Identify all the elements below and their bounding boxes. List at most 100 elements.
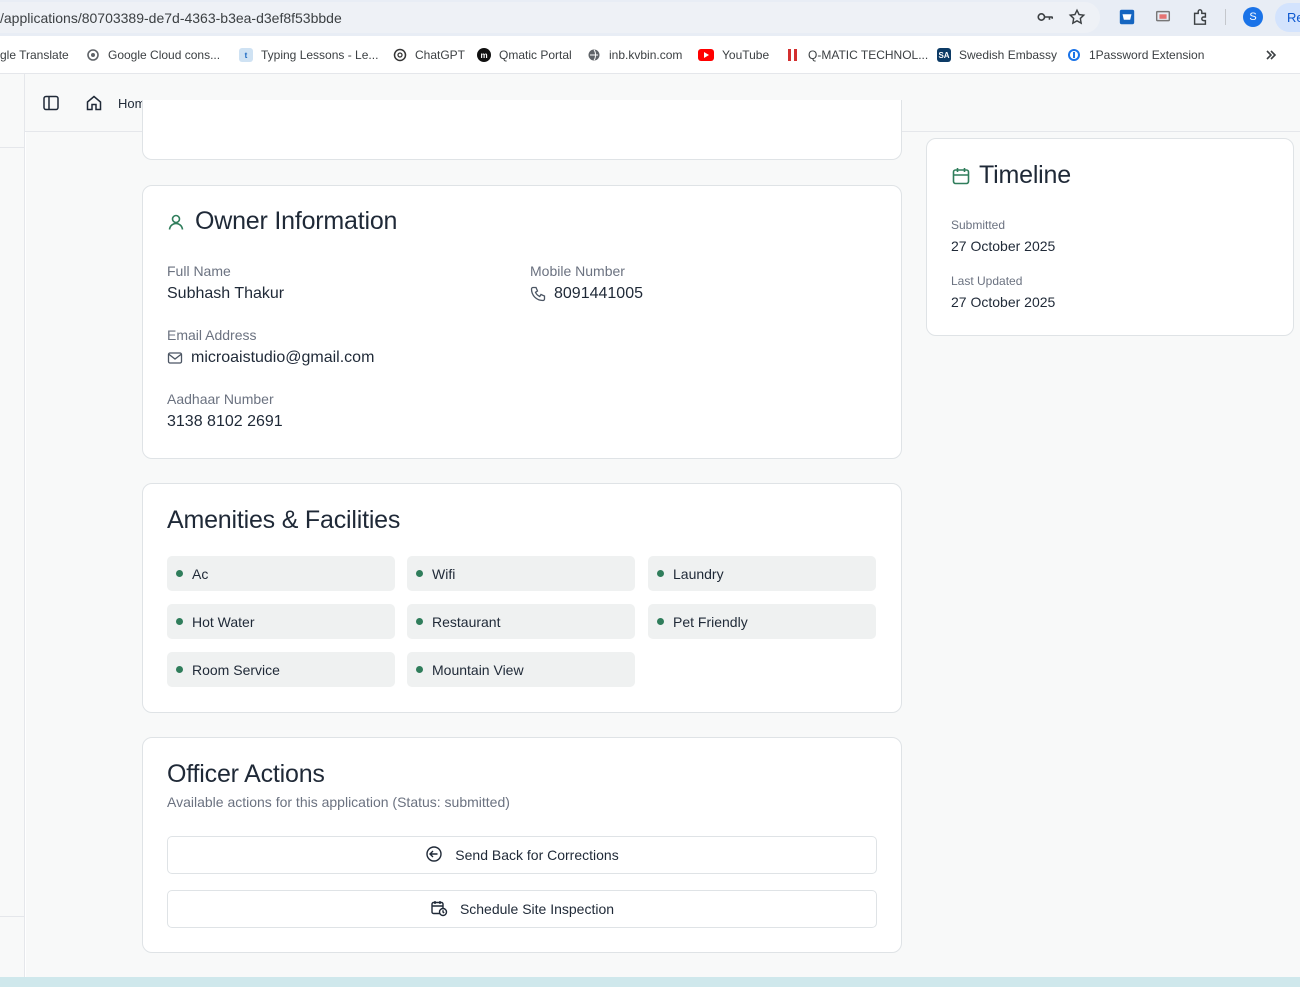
password-key-icon[interactable] — [1035, 7, 1055, 27]
bullet-dot — [176, 618, 183, 625]
bookmark-google-cloud[interactable]: Google Cloud cons... — [86, 46, 220, 64]
bookmark-swedish-embassy[interactable]: SA Swedish Embassy — [937, 46, 1057, 64]
bookmarks-bar: gle Translate Google Cloud cons... t Typ… — [0, 36, 1300, 74]
bookmark-label: Qmatic Portal — [499, 48, 572, 62]
amenity-label: Mountain View — [432, 661, 524, 678]
bullet-dot — [176, 570, 183, 577]
timeline-card: Timeline Submitted 27 October 2025 Last … — [926, 138, 1294, 336]
taskbar — [0, 977, 1300, 987]
phone-icon — [530, 286, 546, 307]
send-back-button[interactable]: Send Back for Corrections — [167, 836, 877, 874]
sidebar-divider — [0, 147, 25, 148]
more-bookmarks-chevron-icon[interactable] — [1264, 46, 1278, 64]
amenity-label: Hot Water — [192, 613, 255, 630]
officer-actions-title: Officer Actions — [167, 760, 325, 788]
mobile-number-value: 8091441005 — [554, 285, 643, 302]
qmatic-tech-icon — [786, 48, 800, 62]
bookmark-label: Swedish Embassy — [959, 48, 1058, 62]
bookmark-label: YouTube — [722, 48, 770, 62]
bullet-dot — [657, 570, 664, 577]
home-icon[interactable] — [85, 94, 103, 112]
amenity-label: Ac — [192, 565, 209, 582]
bullet-dot — [416, 570, 423, 577]
amenity-item: Restaurant — [407, 604, 635, 639]
officer-actions-subtitle: Available actions for this application (… — [167, 794, 510, 810]
amenity-item: Pet Friendly — [648, 604, 876, 639]
schedule-inspection-button[interactable]: Schedule Site Inspection — [167, 890, 877, 928]
cloud-icon — [86, 48, 100, 62]
full-name-label: Full Name — [167, 263, 231, 279]
previous-card — [142, 100, 902, 160]
bookmark-qmatic-technologies[interactable]: Q-MATIC TECHNOL... — [786, 46, 928, 64]
email-address-label: Email Address — [167, 327, 257, 343]
bookmark-star-icon[interactable] — [1067, 7, 1087, 27]
qmatic-icon: m — [477, 48, 491, 62]
url-bar[interactable]: /applications/80703389-de7d-4363-b3ea-d3… — [0, 2, 1100, 33]
mail-icon — [167, 350, 183, 371]
aadhaar-number-label: Aadhaar Number — [167, 391, 274, 407]
collapsed-sidebar — [0, 74, 25, 987]
send-back-label: Send Back for Corrections — [455, 847, 619, 863]
amenity-label: Restaurant — [432, 613, 501, 630]
owner-information-title: Owner Information — [195, 207, 398, 235]
calendar-clock-icon — [430, 899, 460, 920]
cast-extension-icon[interactable] — [1153, 7, 1173, 27]
amenity-label: Laundry — [673, 565, 724, 582]
amenity-label: Wifi — [432, 565, 456, 582]
amenity-item: Wifi — [407, 556, 635, 591]
submitted-value: 27 October 2025 — [951, 238, 1056, 254]
bookmark-label: gle Translate — [0, 48, 69, 62]
bookmark-chatgpt[interactable]: ChatGPT — [393, 46, 465, 64]
aadhaar-number-value: 3138 8102 2691 — [167, 413, 283, 430]
amenity-item: Mountain View — [407, 652, 635, 687]
bullet-dot — [657, 618, 664, 625]
amenities-title: Amenities & Facilities — [167, 506, 401, 534]
user-icon — [167, 213, 185, 236]
shopping-extension-icon[interactable] — [1117, 7, 1137, 27]
extensions-puzzle-icon[interactable] — [1190, 7, 1210, 27]
bookmark-typing-lessons[interactable]: t Typing Lessons - Le... — [239, 46, 378, 64]
arrow-left-circle-icon — [425, 845, 455, 866]
bookmark-label: Q-MATIC TECHNOL... — [808, 48, 929, 62]
last-updated-value: 27 October 2025 — [951, 294, 1056, 310]
sidebar-toggle-icon[interactable] — [42, 94, 60, 112]
amenity-item: Ac — [167, 556, 395, 591]
email-address-value: microaistudio@gmail.com — [191, 349, 375, 366]
typing-icon: t — [239, 48, 253, 62]
schedule-inspection-label: Schedule Site Inspection — [459, 901, 615, 917]
profile-avatar[interactable]: S — [1243, 7, 1263, 27]
bookmark-label: inb.kvbin.com — [609, 48, 683, 62]
toolbar-divider — [1225, 9, 1226, 25]
amenity-label: Room Service — [192, 661, 280, 678]
browser-toolbar: /applications/80703389-de7d-4363-b3ea-d3… — [0, 0, 1300, 36]
owner-information-card: Owner Information Full Name Subhash Thak… — [142, 185, 902, 459]
relaunch-button[interactable]: Re — [1275, 3, 1300, 32]
amenity-item: Laundry — [648, 556, 876, 591]
bookmark-label: Typing Lessons - Le... — [261, 48, 379, 62]
bookmark-google-translate[interactable]: gle Translate — [0, 46, 69, 64]
bullet-dot — [416, 618, 423, 625]
bookmark-label: Google Cloud cons... — [108, 48, 221, 62]
globe-icon — [587, 48, 601, 62]
calendar-icon — [951, 166, 971, 191]
bookmark-1password[interactable]: 1Password Extension — [1067, 46, 1204, 64]
full-name-value: Subhash Thakur — [167, 285, 285, 302]
amenity-label: Pet Friendly — [673, 613, 748, 630]
sa-icon: SA — [937, 48, 951, 62]
submitted-label: Submitted — [951, 218, 1006, 232]
bullet-dot — [176, 666, 183, 673]
bookmark-label: ChatGPT — [415, 48, 466, 62]
bookmark-label: 1Password Extension — [1089, 48, 1205, 62]
bookmark-inb-kvbin[interactable]: inb.kvbin.com — [587, 46, 682, 64]
amenity-item: Room Service — [167, 652, 395, 687]
mobile-number-label: Mobile Number — [530, 263, 625, 279]
timeline-title: Timeline — [979, 161, 1071, 189]
bookmark-youtube[interactable]: YouTube — [698, 46, 769, 64]
url-text[interactable]: /applications/80703389-de7d-4363-b3ea-d3… — [0, 10, 342, 26]
sidebar-divider — [0, 916, 25, 917]
1password-icon — [1067, 48, 1081, 62]
amenity-item: Hot Water — [167, 604, 395, 639]
chatgpt-icon — [393, 48, 407, 62]
last-updated-label: Last Updated — [951, 274, 1023, 288]
bookmark-qmatic-portal[interactable]: m Qmatic Portal — [477, 46, 572, 64]
